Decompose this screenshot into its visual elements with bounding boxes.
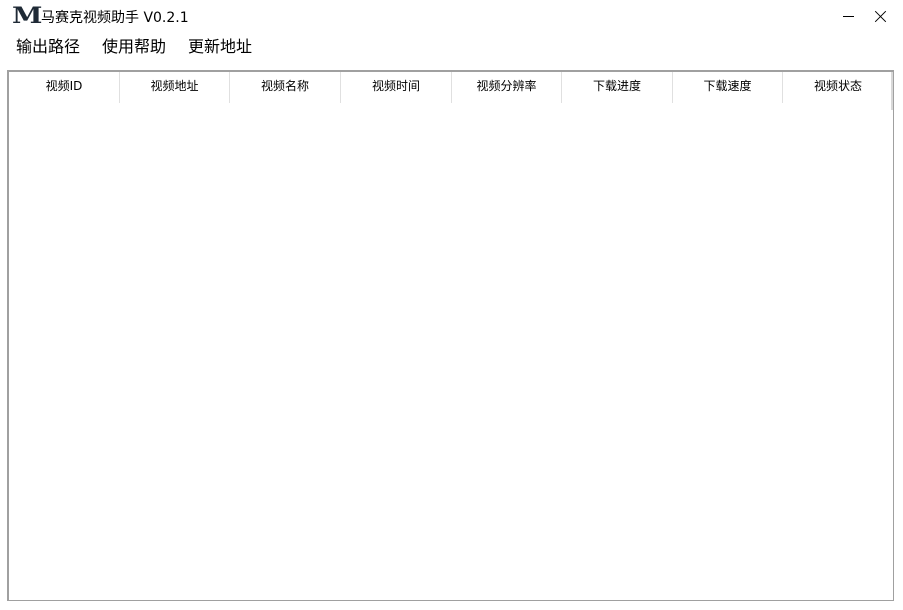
table-body[interactable] bbox=[9, 103, 893, 600]
close-button[interactable] bbox=[865, 4, 895, 30]
column-header-video-id[interactable]: 视频ID bbox=[9, 72, 120, 103]
column-header-video-name[interactable]: 视频名称 bbox=[230, 72, 341, 103]
column-header-download-progress[interactable]: 下载进度 bbox=[562, 72, 673, 103]
column-header-download-speed[interactable]: 下载速度 bbox=[673, 72, 783, 103]
menu-item-output-path[interactable]: 输出路径 bbox=[16, 36, 80, 58]
window-title: 马赛克视频助手 V0.2.1 bbox=[41, 10, 189, 26]
column-header-video-duration[interactable]: 视频时间 bbox=[341, 72, 452, 103]
title-bar[interactable]: M 马赛克视频助手 V0.2.1 bbox=[0, 0, 903, 34]
menu-item-update-address[interactable]: 更新地址 bbox=[188, 36, 252, 58]
column-header-video-status[interactable]: 视频状态 bbox=[783, 72, 893, 103]
app-logo-icon: M bbox=[12, 3, 42, 29]
video-list-table[interactable]: 视频ID 视频地址 视频名称 视频时间 视频分辨率 下载进度 下载速度 视频状态 bbox=[7, 70, 894, 601]
minimize-button[interactable] bbox=[834, 4, 864, 30]
column-header-video-url[interactable]: 视频地址 bbox=[120, 72, 230, 103]
menu-bar: 输出路径 使用帮助 更新地址 bbox=[0, 34, 903, 60]
menu-item-help[interactable]: 使用帮助 bbox=[102, 36, 166, 58]
column-header-video-resolution[interactable]: 视频分辨率 bbox=[452, 72, 562, 103]
table-header: 视频ID 视频地址 视频名称 视频时间 视频分辨率 下载进度 下载速度 视频状态 bbox=[9, 72, 893, 103]
